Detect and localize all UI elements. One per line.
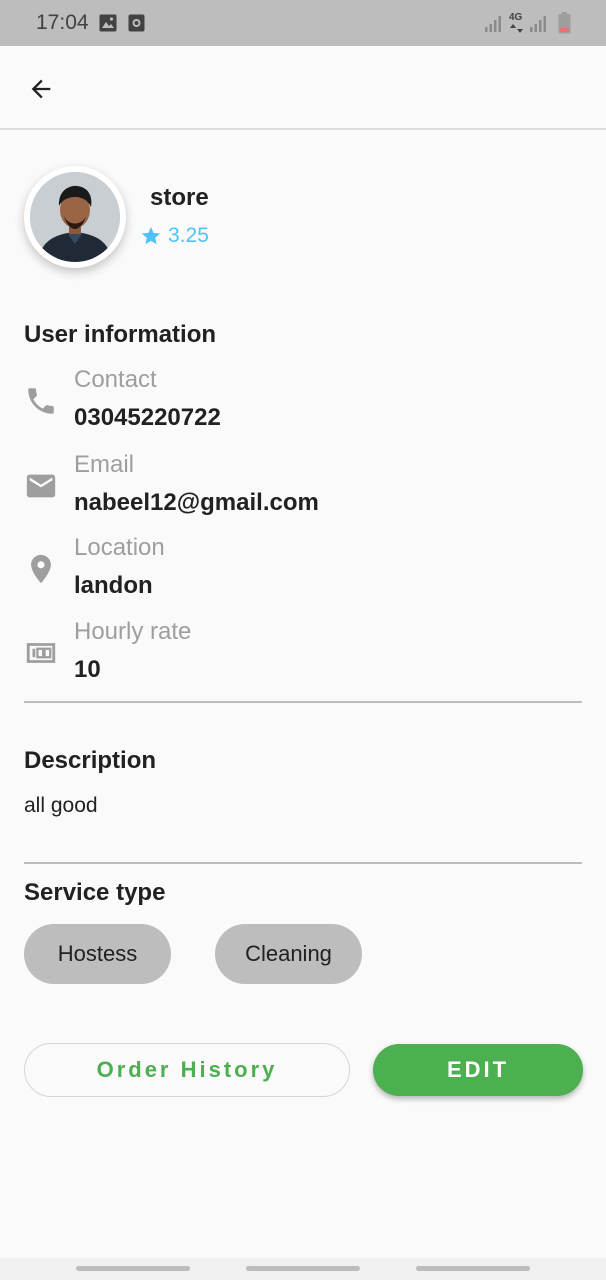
divider (24, 862, 582, 864)
contact-row: Contact 03045220722 (24, 366, 584, 444)
status-bar: 17:04 4G (0, 0, 606, 46)
location-pin-icon (31, 554, 51, 584)
back-button[interactable] (20, 68, 62, 110)
battery-icon (558, 12, 571, 34)
nav-recents-button[interactable] (76, 1266, 190, 1271)
arrow-left-icon (31, 79, 51, 99)
location-row: Location landon (24, 534, 584, 612)
system-nav-bar (0, 1258, 606, 1280)
rating-value: 3.25 (168, 224, 209, 247)
contact-value: 03045220722 (74, 404, 221, 431)
location-value: landon (74, 572, 153, 599)
user-info-title: User information (24, 321, 217, 348)
service-chip-hostess[interactable]: Hostess (24, 924, 171, 984)
email-row: Email nabeel12@gmail.com (24, 451, 584, 529)
network-4g-icon: 4G (509, 12, 523, 23)
nav-home-button[interactable] (246, 1266, 360, 1271)
money-icon (26, 643, 56, 663)
signal-icon (530, 16, 546, 32)
email-label: Email (74, 451, 135, 478)
divider (24, 701, 582, 703)
order-history-button[interactable]: Order History (24, 1043, 350, 1097)
status-time: 17:04 (36, 11, 89, 34)
app-bar (0, 46, 606, 130)
email-icon (26, 474, 56, 498)
service-chip-cleaning[interactable]: Cleaning (215, 924, 362, 984)
service-type-title: Service type (24, 879, 166, 906)
signal-icon (485, 16, 501, 32)
avatar-photo (30, 172, 120, 262)
contact-label: Contact (74, 366, 157, 393)
hourly-rate-value: 10 (74, 656, 101, 683)
star-icon (141, 226, 161, 245)
rating: 3.25 (140, 224, 209, 248)
screen-record-icon (128, 14, 145, 32)
email-value: nabeel12@gmail.com (74, 489, 319, 516)
location-label: Location (74, 534, 165, 561)
nav-back-button[interactable] (416, 1266, 530, 1271)
edit-button[interactable]: EDIT (373, 1044, 583, 1096)
gallery-icon (99, 14, 117, 32)
hourly-rate-row: Hourly rate 10 (24, 618, 584, 696)
avatar (24, 166, 126, 268)
person-photo-icon (30, 172, 120, 262)
description-text: all good (24, 794, 98, 817)
data-arrows-icon (510, 24, 523, 33)
description-title: Description (24, 747, 157, 774)
store-name: store (150, 184, 209, 211)
hourly-rate-label: Hourly rate (74, 618, 192, 645)
phone-icon (28, 388, 54, 414)
